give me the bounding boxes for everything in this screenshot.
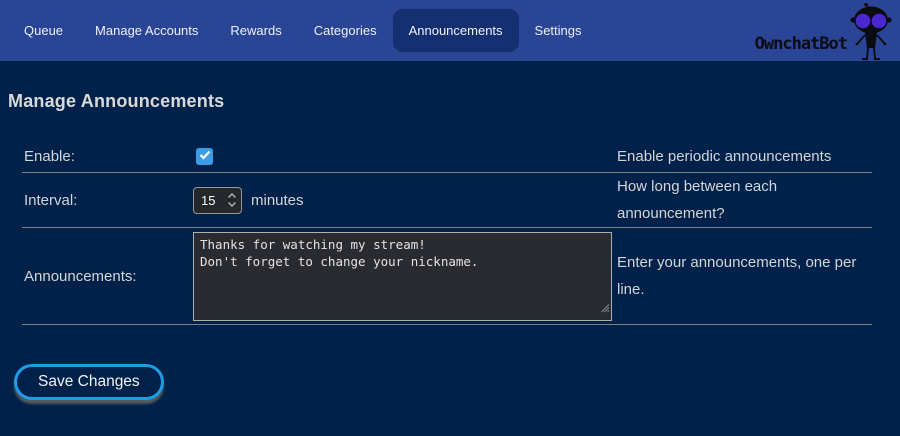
save-changes-button[interactable]: Save Changes [14, 364, 164, 400]
up-down-chevrons-icon[interactable] [227, 192, 241, 208]
nav-item-rewards[interactable]: Rewards [214, 9, 297, 52]
nav-item-manage-accounts[interactable]: Manage Accounts [79, 9, 214, 52]
interval-unit-label: minutes [251, 192, 304, 209]
enable-label: Enable: [22, 148, 193, 165]
brand-name: OwnchatBot [755, 34, 847, 61]
nav-item-settings[interactable]: Settings [519, 9, 598, 52]
interval-value: 15 [194, 193, 227, 208]
nav-item-categories[interactable]: Categories [298, 9, 393, 52]
brand-logo: OwnchatBot [755, 0, 894, 61]
nav-item-queue[interactable]: Queue [8, 9, 79, 52]
interval-help-text: How long between each announcement? [617, 173, 872, 227]
announcements-label: Announcements: [22, 268, 193, 285]
page-title: Manage Announcements [8, 91, 900, 112]
robot-mascot-icon [848, 3, 894, 66]
announcements-help-text: Enter your announcements, one per line. [617, 249, 872, 303]
form-row-interval: Interval: 15 minutes How long between ea… [22, 173, 872, 228]
interval-label: Interval: [22, 192, 193, 209]
interval-input[interactable]: 15 [193, 187, 242, 214]
checkmark-icon [199, 147, 211, 165]
nav-item-announcements[interactable]: Announcements [393, 9, 519, 52]
form-row-announcements: Announcements: Thanks for watching my st… [22, 228, 872, 325]
form-row-enable: Enable: Enable periodic announcements [22, 140, 872, 173]
announcements-settings-form: Enable: Enable periodic announcements In… [22, 140, 872, 325]
announcements-textarea[interactable]: Thanks for watching my stream! Don't for… [193, 232, 612, 321]
enable-help-text: Enable periodic announcements [617, 143, 872, 170]
top-nav-bar: Queue Manage Accounts Rewards Categories… [0, 0, 900, 61]
enable-checkbox[interactable] [196, 148, 213, 165]
